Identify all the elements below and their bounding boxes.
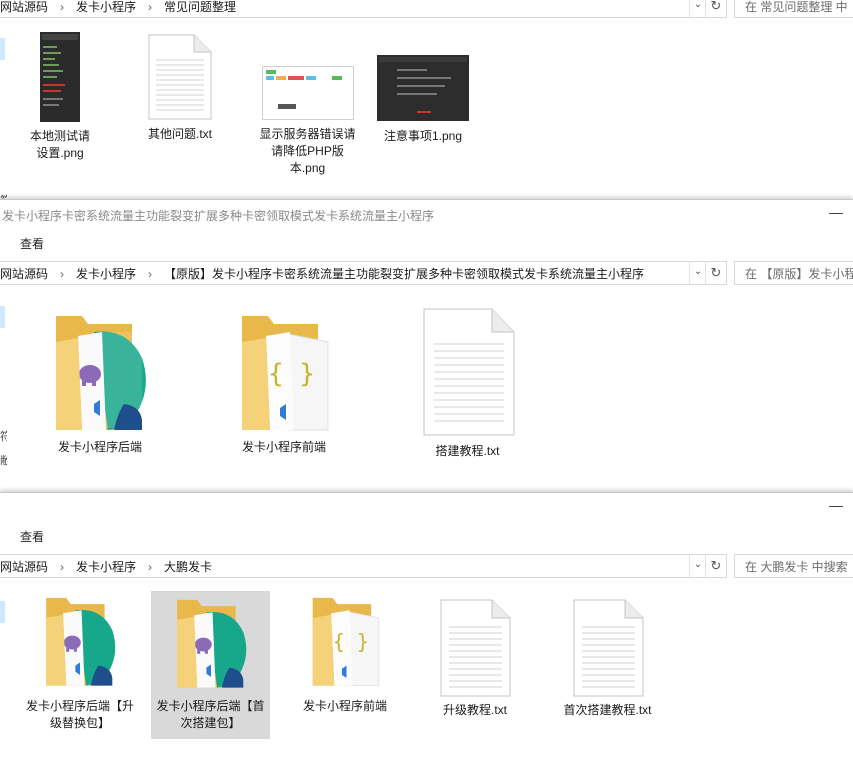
breadcrumb-item[interactable]: 发卡小程序 — [76, 0, 136, 15]
tab-view[interactable]: 查看 — [20, 235, 44, 252]
chevron-right-icon: › — [60, 267, 65, 281]
text-file-icon — [420, 599, 530, 697]
search-input[interactable]: 在 【原版】发卡小程 — [734, 261, 853, 285]
title-bar[interactable]: — — [0, 493, 853, 521]
folder-item[interactable]: { } 发卡小程序前端 — [224, 312, 344, 456]
file-name: 搭建教程.txt — [435, 444, 500, 458]
file-name: 首次搭建教程.txt — [563, 703, 652, 717]
window-title: 发卡小程序卡密系统流量主功能裂变扩展多种卡密领取模式发卡系统流量主小程序 — [2, 209, 435, 223]
nav-item-label[interactable]: 敝 — [0, 452, 7, 468]
file-name: 显示服务器错误请请降低PHP版本.png — [259, 127, 356, 175]
chevron-down-icon[interactable]: ⌄ — [689, 555, 706, 577]
file-item[interactable]: 注意事项1.png — [370, 55, 476, 145]
file-item[interactable]: 显示服务器错误请请降低PHP版本.png — [255, 66, 360, 177]
address-bar[interactable]: 网站源码 › 发卡小程序 › 【原版】发卡小程序卡密系统流量主功能裂变扩展多种卡密领取模… — [0, 261, 727, 285]
title-bar[interactable]: 发卡小程序卡密系统流量主功能裂变扩展多种卡密领取模式发卡系统流量主小程序 — — [0, 200, 853, 228]
minimize-icon[interactable]: — — [829, 204, 843, 220]
folder-item[interactable]: { } 发卡小程序前端 — [290, 593, 400, 715]
refresh-icon[interactable]: ↻ — [705, 262, 726, 284]
ribbon: 查看 — [0, 228, 853, 256]
svg-text:{ }: { } — [268, 359, 315, 389]
nav-selected-item[interactable] — [0, 601, 5, 623]
svg-text:{ }: { } — [333, 630, 369, 654]
breadcrumb-item[interactable]: 网站源码 — [0, 265, 48, 282]
refresh-icon[interactable]: ↻ — [705, 0, 726, 17]
folder-item[interactable]: 发卡小程序后端【升级替换包】 — [25, 593, 135, 732]
chevron-down-icon[interactable]: ⌄ — [689, 262, 706, 284]
folder-name: 发卡小程序后端【升级替换包】 — [25, 699, 134, 730]
chevron-right-icon: › — [148, 0, 153, 14]
folder-name: 发卡小程序后端【首次搭建包】 — [156, 699, 265, 730]
nav-selected-item[interactable] — [0, 38, 5, 60]
tab-view[interactable]: 查看 — [20, 528, 44, 545]
breadcrumb-item[interactable]: 网站源码 — [0, 0, 48, 15]
chevron-right-icon: › — [60, 0, 65, 14]
nav-item-label[interactable]: 符 — [0, 192, 7, 199]
image-thumbnail-icon — [261, 66, 354, 120]
breadcrumb-item[interactable]: 发卡小程序 — [76, 265, 136, 282]
chevron-right-icon: › — [148, 267, 153, 281]
breadcrumb-item[interactable]: 【原版】发卡小程序卡密系统流量主功能裂变扩展多种卡密领取模式发卡系统流量主小程序 — [164, 265, 644, 282]
file-name: 本地测试请设置.png — [29, 129, 90, 160]
navigation-pane[interactable]: 符 敝 — [0, 30, 7, 199]
text-file-icon — [410, 308, 525, 436]
search-placeholder: 在 大鹏发卡 中搜索 — [745, 560, 848, 574]
search-input[interactable]: 在 常见问题整理 中 — [734, 0, 853, 18]
refresh-icon[interactable]: ↻ — [705, 555, 726, 577]
file-name: 其他问题.txt — [147, 127, 212, 141]
navigation-pane[interactable] — [0, 589, 7, 775]
folder-name: 发卡小程序前端 — [302, 699, 387, 713]
folder-php-icon — [25, 593, 135, 689]
folder-name: 发卡小程序前端 — [241, 440, 326, 454]
search-placeholder: 在 常见问题整理 中 — [745, 0, 848, 14]
file-name: 升级教程.txt — [442, 703, 507, 717]
explorer-window-middle: 发卡小程序卡密系统流量主功能裂变扩展多种卡密领取模式发卡系统流量主小程序 — 查… — [0, 199, 853, 493]
file-item[interactable]: 搭建教程.txt — [410, 308, 525, 460]
explorer-window-bottom: — 查看 网站源码 › 发卡小程序 › 大鹏发卡 ⌄ ↻ 在 大鹏发卡 中搜索 — [0, 492, 853, 776]
text-file-icon — [550, 599, 665, 697]
image-thumbnail-icon — [40, 32, 80, 122]
nav-item-label[interactable]: 符 — [0, 428, 7, 444]
folder-code-icon: { } — [224, 312, 344, 432]
breadcrumb-item[interactable]: 常见问题整理 — [164, 0, 236, 15]
breadcrumb-item[interactable]: 网站源码 — [0, 558, 48, 575]
address-bar[interactable]: 网站源码 › 发卡小程序 › 常见问题整理 ⌄ ↻ — [0, 0, 727, 18]
folder-php-icon — [40, 312, 160, 432]
search-placeholder: 在 【原版】发卡小程 — [745, 267, 853, 281]
text-file-icon — [140, 34, 220, 120]
file-name: 注意事项1.png — [383, 129, 463, 143]
folder-name: 发卡小程序后端 — [57, 440, 142, 454]
breadcrumb-item[interactable]: 发卡小程序 — [76, 558, 136, 575]
file-item[interactable]: 本地测试请设置.png — [25, 32, 95, 162]
navigation-pane[interactable]: 符 敝 — [0, 296, 7, 492]
image-thumbnail-icon — [377, 55, 469, 121]
folder-php-icon — [151, 591, 270, 691]
chevron-right-icon: › — [148, 560, 153, 574]
nav-selected-item[interactable] — [0, 306, 5, 328]
file-item[interactable]: 其他问题.txt — [140, 34, 220, 143]
address-bar[interactable]: 网站源码 › 发卡小程序 › 大鹏发卡 ⌄ ↻ — [0, 554, 727, 578]
minimize-icon[interactable]: — — [829, 497, 843, 513]
folder-item[interactable]: 发卡小程序后端【首次搭建包】 — [151, 591, 270, 739]
file-item[interactable]: 首次搭建教程.txt — [550, 599, 665, 719]
chevron-down-icon[interactable]: ⌄ — [689, 0, 706, 17]
folder-item[interactable]: 发卡小程序后端 — [40, 312, 160, 456]
file-item[interactable]: 升级教程.txt — [420, 599, 530, 719]
search-input[interactable]: 在 大鹏发卡 中搜索 — [734, 554, 853, 578]
ribbon: 查看 — [0, 521, 853, 549]
breadcrumb-item[interactable]: 大鹏发卡 — [164, 558, 212, 575]
explorer-window-top: 网站源码 › 发卡小程序 › 常见问题整理 ⌄ ↻ 在 常见问题整理 中 符 敝 本地测… — [0, 0, 853, 199]
chevron-right-icon: › — [60, 560, 65, 574]
folder-code-icon: { } — [290, 593, 400, 689]
